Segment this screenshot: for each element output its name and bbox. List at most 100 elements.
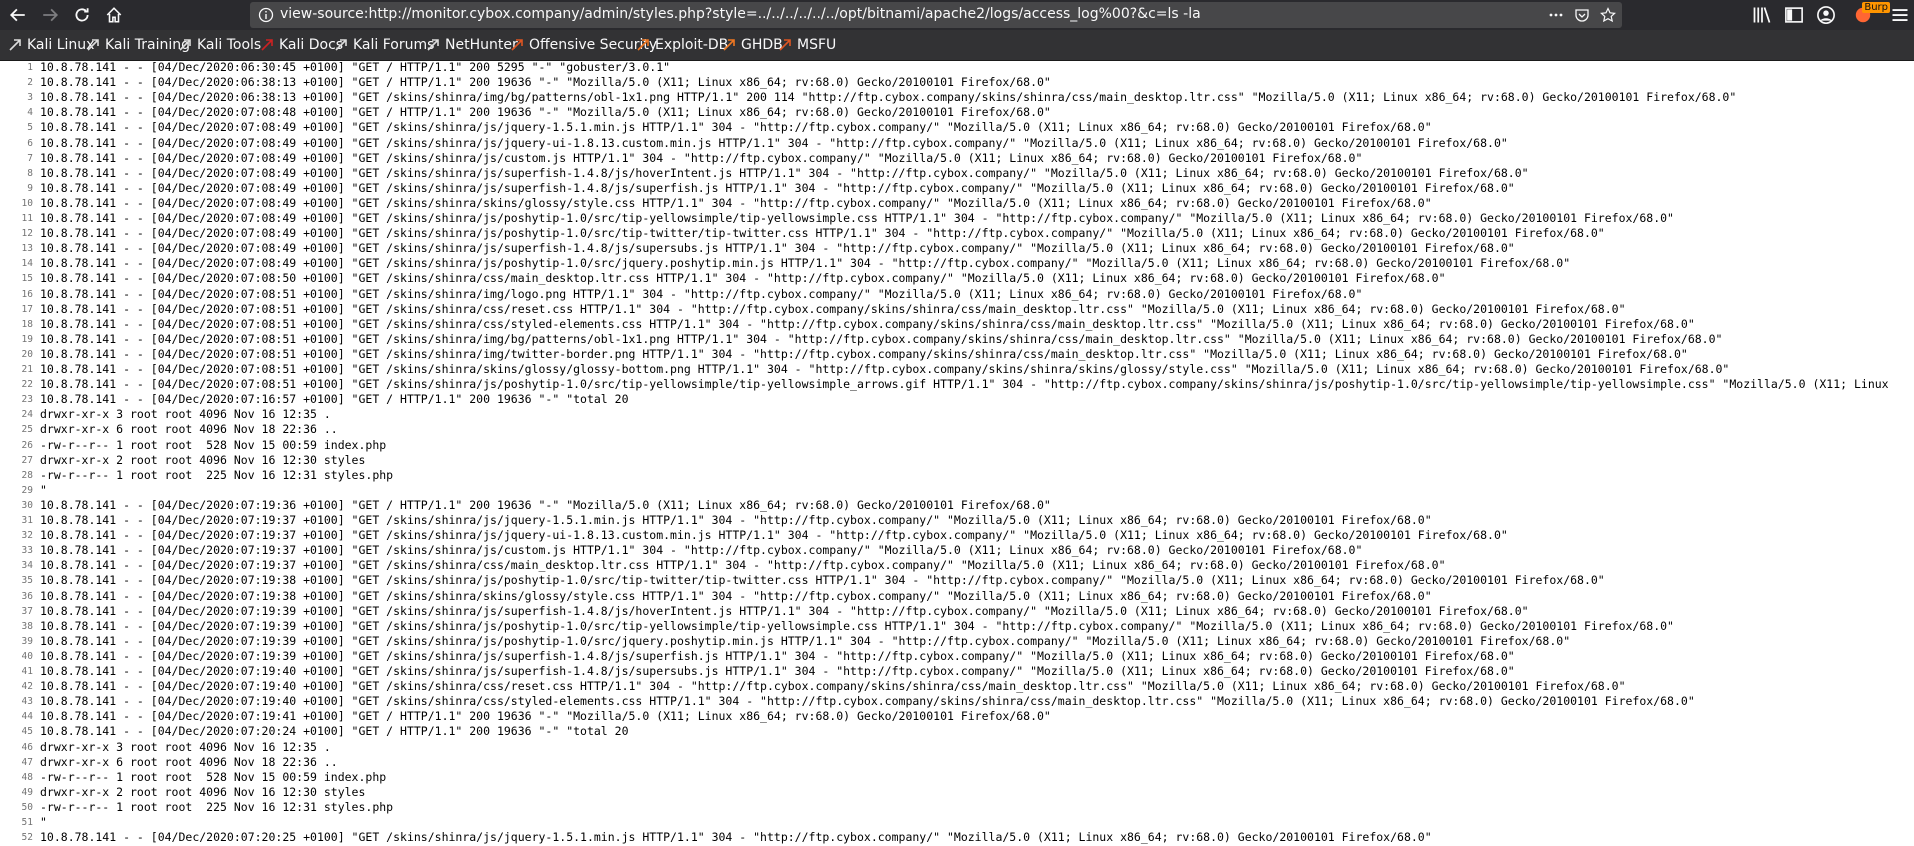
line-number: 49 bbox=[21, 786, 33, 798]
bookmark-8[interactable]: GHDB bbox=[722, 37, 783, 53]
line-number: 15 bbox=[21, 273, 33, 285]
line-number: 23 bbox=[21, 394, 33, 406]
bookmark-0[interactable]: Kali Linux bbox=[8, 37, 94, 53]
line-number: 27 bbox=[21, 454, 33, 466]
line-text: 10.8.78.141 - - [04/Dec/2020:07:08:49 +0… bbox=[40, 135, 1508, 150]
bookmark-7[interactable]: Exploit-DB bbox=[636, 37, 728, 53]
bookmark-9[interactable]: MSFU bbox=[778, 37, 836, 53]
url-bar[interactable]: view-source:http://monitor.cybox.company… bbox=[250, 2, 1622, 28]
line-text: 10.8.78.141 - - [04/Dec/2020:07:19:39 +0… bbox=[40, 618, 1674, 633]
line-number: 1 bbox=[27, 62, 33, 73]
bookmark-label: Kali Forums bbox=[353, 37, 435, 53]
account-icon[interactable] bbox=[1816, 5, 1836, 25]
line-text: 10.8.78.141 - - [04/Dec/2020:07:19:40 +0… bbox=[40, 664, 1515, 678]
line-text: 10.8.78.141 - - [04/Dec/2020:06:38:13 +0… bbox=[40, 90, 1737, 105]
browser-toolbar: view-source:http://monitor.cybox.company… bbox=[0, 0, 1914, 30]
bookmark-label: Exploit-DB bbox=[655, 37, 729, 53]
line-number: 4 bbox=[27, 107, 33, 119]
bookmark-star-icon[interactable] bbox=[1600, 7, 1616, 23]
forward-button[interactable] bbox=[38, 3, 62, 27]
burp-extension-button[interactable]: Burp bbox=[1850, 2, 1890, 26]
bookmark-1[interactable]: Kali Training bbox=[86, 37, 190, 53]
ghdb-icon bbox=[722, 38, 736, 52]
info-icon[interactable] bbox=[258, 7, 274, 23]
line-text: 10.8.78.141 - - [04/Dec/2020:07:08:51 +0… bbox=[40, 286, 1363, 301]
line-number: 25 bbox=[21, 424, 33, 436]
line-text: 10.8.78.141 - - [04/Dec/2020:07:08:50 +0… bbox=[40, 271, 1446, 286]
line-number: 21 bbox=[21, 364, 33, 375]
line-number: 11 bbox=[21, 213, 33, 224]
line-text: 10.8.78.141 - - [04/Dec/2020:07:08:49 +0… bbox=[40, 241, 1515, 256]
line-text: drwxr-xr-x 2 root root 4096 Nov 16 12:30… bbox=[40, 452, 366, 467]
home-button[interactable] bbox=[102, 3, 126, 27]
line-text: 10.8.78.141 - - [04/Dec/2020:07:19:37 +0… bbox=[40, 528, 1508, 543]
line-text: drwxr-xr-x 6 root root 4096 Nov 18 22:36… bbox=[40, 422, 338, 437]
line-text: drwxr-xr-x 2 root root 4096 Nov 16 12:30… bbox=[40, 784, 366, 799]
library-icon[interactable] bbox=[1752, 5, 1772, 25]
line-text: -rw-r--r-- 1 root root 528 Nov 15 00:59 … bbox=[40, 437, 387, 452]
line-text: 10.8.78.141 - - [04/Dec/2020:07:20:25 +0… bbox=[40, 830, 1432, 845]
kali-docs-icon bbox=[260, 38, 274, 52]
back-button[interactable] bbox=[6, 3, 30, 27]
line-number: 36 bbox=[21, 590, 33, 602]
home-icon bbox=[106, 7, 122, 23]
nethunter-icon bbox=[426, 38, 440, 52]
sidebar-icon[interactable] bbox=[1784, 5, 1804, 25]
line-text: 10.8.78.141 - - [04/Dec/2020:07:19:39 +0… bbox=[40, 633, 1571, 648]
bookmark-3[interactable]: Kali Docs bbox=[260, 37, 343, 53]
bookmark-label: GHDB bbox=[741, 37, 783, 53]
bookmark-label: Kali Linux bbox=[27, 37, 95, 53]
menu-icon[interactable] bbox=[1890, 5, 1910, 25]
line-number: 3 bbox=[27, 92, 33, 104]
line-text: drwxr-xr-x 3 root root 4096 Nov 16 12:35… bbox=[40, 407, 331, 422]
line-text: 10.8.78.141 - - [04/Dec/2020:07:16:57 +0… bbox=[40, 392, 629, 407]
line-number: 30 bbox=[21, 499, 33, 511]
line-number: 42 bbox=[21, 681, 33, 693]
kali-dragon-icon bbox=[334, 38, 348, 52]
exploitdb-icon bbox=[636, 38, 650, 52]
line-text: 10.8.78.141 - - [04/Dec/2020:07:19:36 +0… bbox=[40, 497, 1051, 512]
line-text: 10.8.78.141 - - [04/Dec/2020:07:08:48 +0… bbox=[40, 105, 1051, 120]
line-text: 10.8.78.141 - - [04/Dec/2020:06:38:13 +0… bbox=[40, 75, 1051, 90]
line-number: 40 bbox=[21, 650, 33, 662]
line-number: 20 bbox=[21, 348, 33, 360]
bookmark-label: NetHunter bbox=[445, 37, 518, 53]
msfu-icon bbox=[778, 38, 792, 52]
line-text: 10.8.78.141 - - [04/Dec/2020:07:08:49 +0… bbox=[40, 120, 1432, 135]
line-number: 2 bbox=[27, 77, 33, 89]
url-text[interactable]: view-source:http://monitor.cybox.company… bbox=[280, 6, 1201, 22]
line-text: " bbox=[40, 482, 47, 497]
page-actions-icon[interactable] bbox=[1548, 7, 1564, 23]
line-text: 10.8.78.141 - - [04/Dec/2020:07:08:51 +0… bbox=[40, 331, 1723, 346]
line-number: 9 bbox=[27, 182, 33, 194]
line-text: 10.8.78.141 - - [04/Dec/2020:07:19:41 +0… bbox=[40, 709, 1051, 724]
line-text: 10.8.78.141 - - [04/Dec/2020:07:08:49 +0… bbox=[40, 180, 1515, 195]
reload-icon bbox=[75, 8, 89, 22]
line-text: 10.8.78.141 - - [04/Dec/2020:07:19:40 +0… bbox=[40, 679, 1626, 694]
line-number: 51 bbox=[21, 817, 33, 828]
pocket-icon[interactable] bbox=[1574, 7, 1590, 23]
line-number: 28 bbox=[21, 469, 33, 481]
view-source-content: 1 10.8.78.141 - - [04/Dec/2020:06:30:45 +… bbox=[0, 61, 1914, 846]
line-number: 52 bbox=[21, 832, 33, 844]
line-number: 35 bbox=[21, 575, 33, 587]
line-text: 10.8.78.141 - - [04/Dec/2020:07:08:49 +0… bbox=[40, 226, 1605, 241]
line-number: 8 bbox=[27, 167, 33, 179]
line-number: 50 bbox=[21, 801, 33, 813]
line-text: 10.8.78.141 - - [04/Dec/2020:07:19:39 +0… bbox=[40, 648, 1515, 663]
bookmarks-toolbar: Kali Linux Kali Training Kali Tools Kali Do… bbox=[0, 30, 1914, 61]
line-text: drwxr-xr-x 6 root root 4096 Nov 18 22:36… bbox=[40, 754, 338, 769]
bookmark-5[interactable]: NetHunter bbox=[426, 37, 518, 53]
line-text: 10.8.78.141 - - [04/Dec/2020:07:19:38 +0… bbox=[40, 573, 1605, 588]
line-number: 46 bbox=[21, 741, 33, 753]
line-text: " bbox=[40, 815, 47, 829]
forward-arrow-icon bbox=[43, 8, 59, 22]
bookmark-4[interactable]: Kali Forums bbox=[334, 37, 434, 53]
bookmark-2[interactable]: Kali Tools bbox=[178, 37, 261, 53]
reload-button[interactable] bbox=[70, 3, 94, 27]
line-number: 45 bbox=[21, 726, 33, 738]
line-number: 19 bbox=[21, 333, 33, 345]
line-number: 13 bbox=[21, 243, 33, 255]
line-number: 5 bbox=[27, 122, 33, 134]
line-text: 10.8.78.141 - - [04/Dec/2020:07:19:40 +0… bbox=[40, 694, 1695, 709]
